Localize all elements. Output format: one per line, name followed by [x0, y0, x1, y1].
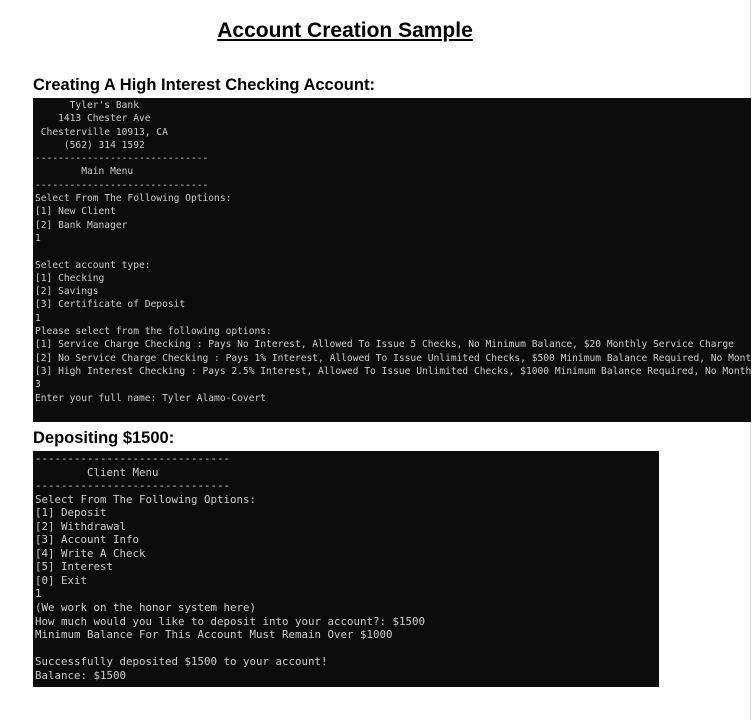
console-line: [3] Certificate of Deposit	[35, 299, 186, 311]
console-line: ------------------------------	[35, 452, 231, 465]
console-line: [1] New Client	[35, 206, 116, 218]
console-screenshot-account-creation: Tyler's Bank 1413 Chester Ave Chestervil…	[33, 98, 751, 422]
console-line: [2] No Service Charge Checking : Pays 1%…	[35, 352, 751, 364]
console-line: Select From The Following Options:	[35, 492, 257, 506]
console-line: ------------------------------	[35, 153, 209, 165]
console-line: 1	[35, 587, 42, 601]
console-line: 1413 Chester Ave	[35, 113, 151, 125]
console-line: Balance: $1500	[35, 668, 127, 682]
console-line: [0] Exit	[35, 573, 88, 587]
console-line: 3	[35, 379, 41, 391]
console-line: Chesterville 10913, CA	[35, 126, 168, 138]
console-line: [1] Deposit	[35, 506, 107, 520]
console-line: [2] Savings	[35, 286, 99, 298]
console-line: ------------------------------	[35, 479, 231, 493]
console-line: [4] Write A Check	[35, 546, 146, 560]
console-line: Enter your full name: Tyler Alamo-Covert	[35, 392, 267, 404]
console-line: [1] Checking	[35, 272, 105, 284]
console-line: (562) 314 1592	[35, 139, 145, 151]
console-line: [3] Account Info	[35, 533, 140, 547]
console-screenshot-deposit: ------------------------------ Client Me…	[33, 451, 659, 687]
console-line: Main Menu	[35, 166, 134, 178]
document-title: Account Creation Sample	[217, 19, 473, 42]
console-line: Select account type:	[35, 259, 151, 271]
console-line: Successfully deposited $1500 to your acc…	[35, 655, 328, 669]
console-line: ------------------------------	[35, 179, 209, 191]
console-line: Client Menu	[35, 465, 159, 479]
section-heading-deposit: Depositing $1500:	[33, 429, 175, 447]
console-line: [1] Service Charge Checking : Pays No In…	[35, 339, 734, 351]
console-line: 1	[35, 232, 41, 244]
console-line: How much would you like to deposit into …	[35, 614, 426, 628]
console-line: [5] Interest	[35, 560, 114, 574]
console-line: Minimum Balance For This Account Must Re…	[35, 628, 393, 642]
console-line: Please select from the following options…	[35, 326, 272, 338]
console-line: [3] High Interest Checking : Pays 2.5% I…	[35, 365, 751, 377]
console-line: Select From The Following Options:	[35, 193, 232, 205]
console-line: (We work on the honor system here)	[35, 601, 257, 615]
console-line: Tyler's Bank	[35, 100, 139, 111]
console-line: [2] Bank Manager	[35, 219, 128, 231]
section-heading-account-creation: Creating A High Interest Checking Accoun…	[33, 76, 375, 94]
console-line: [2] Withdrawal	[35, 519, 127, 533]
console-line: 1	[35, 312, 41, 324]
